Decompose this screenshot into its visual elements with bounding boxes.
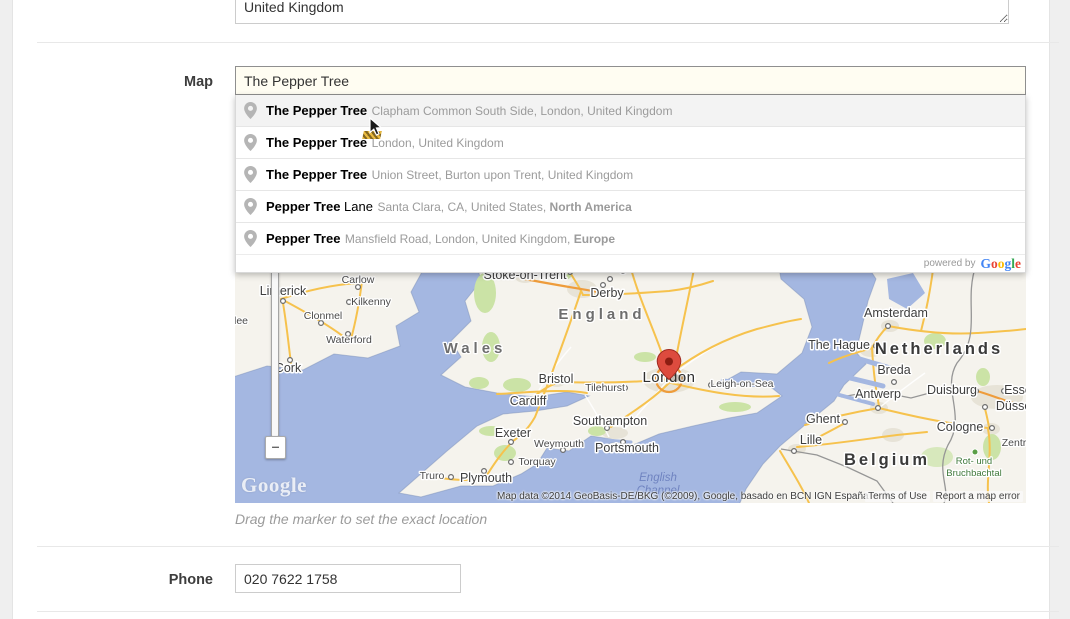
park-poi-icon [972,449,978,455]
google-watermark: Google [241,473,307,498]
zoom-out-button[interactable]: – [265,436,286,459]
map-attribution: Map data ©2014 GeoBasis-DE/BKG (©2009), … [497,491,869,502]
report-map-error-link[interactable]: Report a map error [933,491,1023,502]
suggestion-main-text: The Pepper Tree [266,167,367,182]
svg-text:The Hague: The Hague [808,338,870,352]
svg-text:Ghent: Ghent [806,412,841,426]
svg-text:Clonmel: Clonmel [304,310,343,322]
svg-text:Tilehurst: Tilehurst [585,382,625,394]
location-pin-icon [244,166,257,183]
suggestion-main-text: Pepper Tree [266,199,340,214]
location-pin-icon [244,134,257,151]
svg-text:Truro: Truro [420,470,445,482]
suggestion-region-text: Europe [574,232,615,246]
svg-text:Antwerp: Antwerp [855,387,901,401]
svg-text:England: England [558,306,645,323]
svg-text:Duisburg: Duisburg [927,383,977,397]
suggestion-extra-text: Lane [340,199,373,214]
suggestion-item[interactable]: The Pepper Tree Clapham Common South Sid… [236,95,1025,126]
svg-text:Torquay: Torquay [518,456,556,468]
svg-text:Wales: Wales [444,340,507,357]
map-search-input[interactable] [235,66,1026,95]
svg-text:Limerick: Limerick [260,284,307,298]
terms-of-use-link[interactable]: Terms of Use [865,491,930,502]
content-panel: United Kingdom Map [12,0,1050,619]
svg-text:Waterford: Waterford [326,334,372,346]
location-pin-icon [244,102,257,119]
suggestion-secondary-text: Clapham Common South Side, London, Unite… [372,104,673,118]
google-logo: Google [980,256,1021,272]
svg-text:Leigh-on-Sea: Leigh-on-Sea [710,378,773,390]
svg-text:Düssel: Düssel [996,399,1026,413]
svg-text:Weymouth: Weymouth [534,438,584,450]
section-divider [37,611,1059,612]
suggestion-item[interactable]: The Pepper Tree London, United Kingdom [236,126,1025,158]
suggestion-region-text: North America [550,200,632,214]
powered-by-label: powered by [924,258,976,269]
suggestion-item[interactable]: Pepper Tree Lane Santa Clara, CA, United… [236,190,1025,222]
svg-text:Carlow: Carlow [342,274,375,286]
map-drag-hint: Drag the marker to set the exact locatio… [235,511,487,527]
svg-text:Lille: Lille [800,433,822,447]
powered-by-row: powered by Google [236,254,1025,272]
suggestion-item[interactable]: Pepper Tree Mansfield Road, London, Unit… [236,222,1025,254]
svg-text:lee: lee [235,315,248,327]
autocomplete-dropdown: The Pepper Tree Clapham Common South Sid… [235,95,1026,273]
suggestion-secondary-text: London, United Kingdom [372,136,504,150]
svg-text:Rot- und: Rot- und [956,456,992,467]
phone-field-label: Phone [13,572,213,588]
phone-input[interactable] [235,564,461,593]
svg-text:Cardiff: Cardiff [510,394,547,408]
svg-text:Esse: Esse [1004,383,1026,397]
svg-text:Southampton: Southampton [573,414,647,428]
svg-text:Derby: Derby [590,286,624,300]
location-pin-icon [244,198,257,215]
suggestion-secondary-text: Santa Clara, CA, United States, [377,200,549,214]
svg-text:Cologne: Cologne [937,420,984,434]
suggestion-secondary-text: Mansfield Road, London, United Kingdom, [345,232,574,246]
svg-text:English: English [639,472,677,484]
svg-text:Portsmouth: Portsmouth [595,441,659,455]
suggestion-main-text: The Pepper Tree [266,135,367,150]
suggestion-main-text: Pepper Tree [266,231,340,246]
svg-text:Exeter: Exeter [495,426,531,440]
suggestion-item[interactable]: The Pepper Tree Union Street, Burton upo… [236,158,1025,190]
map-field-label: Map [13,74,213,90]
svg-text:Kilkenny: Kilkenny [351,296,391,308]
svg-text:Plymouth: Plymouth [460,471,512,485]
svg-text:Belgium: Belgium [844,451,930,469]
suggestion-secondary-text: Union Street, Burton upon Trent, United … [372,168,634,182]
svg-text:Amsterdam: Amsterdam [864,306,928,320]
country-field[interactable]: United Kingdom [235,0,1009,24]
svg-text:Breda: Breda [877,363,910,377]
svg-text:Zentr: Zentr [1002,437,1026,449]
section-divider [37,546,1059,547]
suggestion-list: The Pepper Tree Clapham Common South Sid… [236,95,1025,254]
svg-text:Bruchbachtal: Bruchbachtal [946,468,1001,479]
svg-text:Bristol: Bristol [539,372,574,386]
svg-text:Netherlands: Netherlands [875,340,1003,358]
section-divider [37,42,1059,43]
location-pin-icon [244,230,257,247]
suggestion-main-text: The Pepper Tree [266,103,367,118]
